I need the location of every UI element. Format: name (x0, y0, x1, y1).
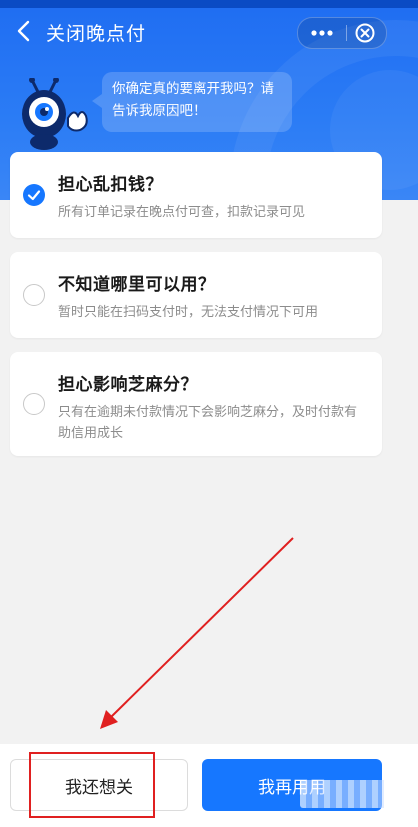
chevron-left-icon (17, 20, 30, 42)
more-dots-icon (311, 30, 333, 36)
ant-mascot-icon (16, 77, 96, 158)
back-button[interactable] (12, 18, 38, 44)
reason-title: 担心影响芝麻分？ (58, 375, 198, 395)
reason-title: 不知道哪里可以用？ (58, 275, 216, 295)
reason-description: 暂时只能在扫码支付时，无法支付情况下可用 (58, 305, 319, 320)
reason-card-sesame-credit[interactable]: 担心影响芝麻分？ 只有在逾期未付款情况下会影响芝麻分，及时付款有助信用成长 (10, 352, 382, 456)
close-button[interactable] (350, 20, 380, 46)
nav-bar: 关闭晚点付 (0, 8, 418, 54)
reason-title: 担心乱扣钱？ (58, 175, 163, 195)
more-button[interactable] (298, 18, 346, 48)
radio-unchecked[interactable] (23, 284, 45, 306)
confirm-close-button[interactable]: 我还想关 (10, 759, 188, 811)
radio-unchecked[interactable] (23, 393, 45, 415)
mascot-speech-bubble: 你确定真的要离开我吗？请告诉我原因吧！ (92, 72, 292, 132)
radio-checked[interactable] (23, 184, 45, 206)
watermark-blur (300, 780, 390, 808)
reason-description: 所有订单记录在晚点付可查，扣款记录可见 (58, 205, 306, 220)
status-bar-strip (0, 0, 418, 8)
close-circle-icon (355, 23, 375, 43)
checkmark-icon (27, 190, 41, 201)
reason-card-worry-charges[interactable]: 担心乱扣钱？ 所有订单记录在晚点付可查，扣款记录可见 (10, 152, 382, 238)
capsule-divider (346, 25, 347, 41)
mini-program-capsule (297, 17, 387, 49)
reason-description: 只有在逾期未付款情况下会影响芝麻分，及时付款有助信用成长 (58, 405, 358, 441)
reason-card-where-to-use[interactable]: 不知道哪里可以用？ 暂时只能在扫码支付时，无法支付情况下可用 (10, 252, 382, 338)
page-title: 关闭晚点付 (46, 23, 147, 45)
